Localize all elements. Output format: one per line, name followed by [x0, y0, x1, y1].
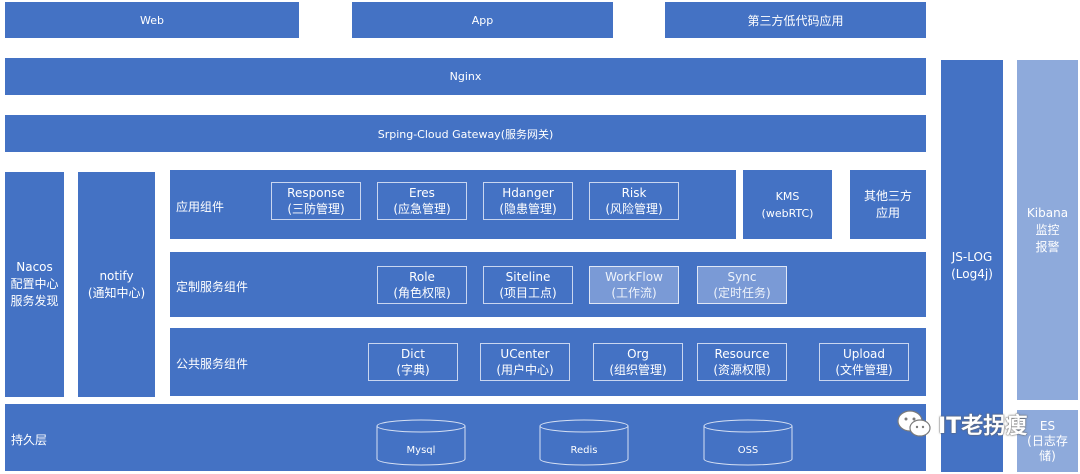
app-components-label: 应用组件 — [176, 200, 225, 214]
workflow-box: WorkFlow (工作流) — [589, 266, 679, 304]
org-box: Org (组织管理) — [593, 343, 683, 381]
app-block: App — [352, 2, 613, 38]
role-box: Role (角色权限) — [377, 266, 467, 304]
mysql-cylinder-icon — [376, 419, 466, 466]
sync-box: Sync (定时任务) — [697, 266, 787, 304]
web-block: Web — [5, 2, 299, 38]
resource-box: Resource (资源权限) — [697, 343, 787, 381]
third-party-lowcode-block: 第三方低代码应用 — [665, 2, 926, 38]
kibana-block: Kibana 监控 报警 — [1017, 60, 1078, 400]
ucenter-box: UCenter (用户中心) — [480, 343, 570, 381]
eres-box: Eres (应急管理) — [377, 182, 467, 220]
response-box: Response (三防管理) — [271, 182, 361, 220]
dict-box: Dict (字典) — [368, 343, 458, 381]
watermark: IT老拐瘦 — [896, 408, 1027, 440]
redis-cylinder-icon — [539, 419, 629, 466]
gateway-block: Srping-Cloud Gateway(服务网关) — [5, 115, 926, 152]
nginx-block: Nginx — [5, 58, 926, 95]
oss-cylinder: OSS — [703, 419, 793, 467]
nacos-block: Nacos 配置中心 服务发现 — [5, 172, 64, 397]
kms-block: KMS (webRTC) — [743, 170, 832, 239]
mysql-cylinder: Mysql — [376, 419, 466, 467]
wechat-logo-icon — [897, 410, 931, 437]
oss-cylinder-icon — [703, 419, 793, 466]
upload-box: Upload (文件管理) — [819, 343, 909, 381]
persistence-label: 持久层 — [11, 433, 48, 447]
custom-services-label: 定制服务组件 — [176, 280, 249, 294]
risk-box: Risk (风险管理) — [589, 182, 679, 220]
hdanger-box: Hdanger (隐患管理) — [483, 182, 573, 220]
other-third-party-block: 其他三方 应用 — [850, 170, 926, 239]
public-services-label: 公共服务组件 — [176, 357, 249, 371]
notify-block: notify (通知中心) — [78, 172, 155, 397]
siteline-box: Siteline (项目工点) — [483, 266, 573, 304]
redis-cylinder: Redis — [539, 419, 629, 467]
watermark-text: IT老拐瘦 — [938, 414, 1028, 439]
